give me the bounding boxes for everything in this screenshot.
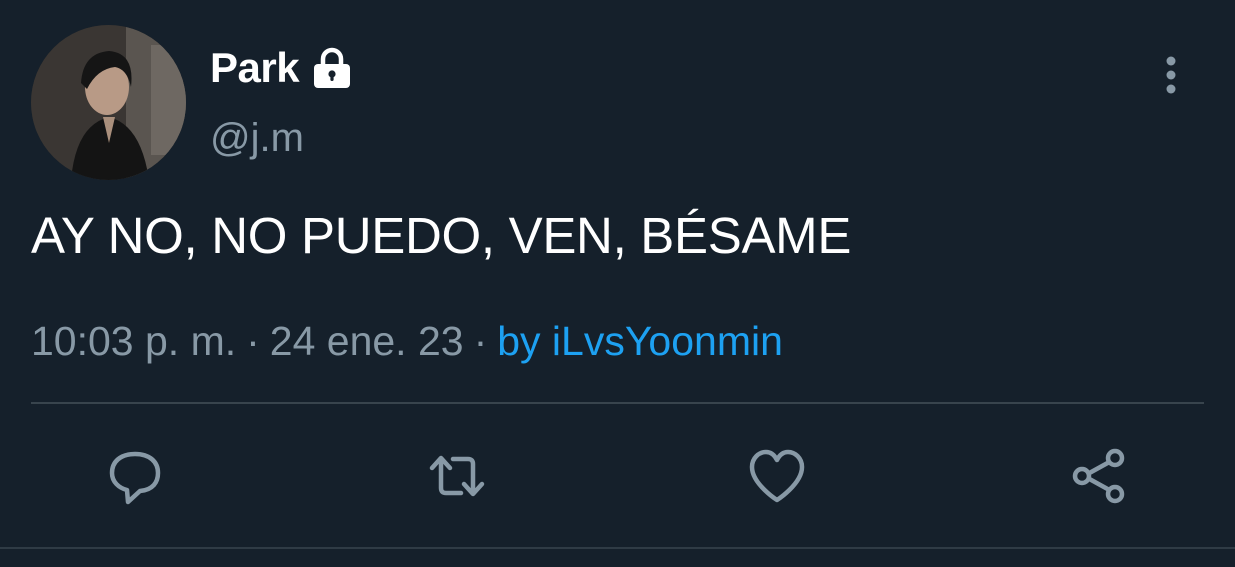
share-icon <box>1072 448 1125 504</box>
meta-separator: · <box>246 318 260 364</box>
heart-icon <box>749 449 805 503</box>
action-bar <box>0 440 1235 512</box>
tweet-date[interactable]: 24 ene. 23 <box>270 318 464 364</box>
tweet-meta: 10:03 p. m. · 24 ene. 23 · by iLvsYoonmin <box>31 318 783 365</box>
retweet-button[interactable] <box>421 440 493 512</box>
tweet-text: AY NO, NO PUEDO, VEN, BÉSAME <box>31 207 852 264</box>
like-button[interactable] <box>741 440 813 512</box>
lock-icon <box>314 47 351 88</box>
share-button[interactable] <box>1063 440 1135 512</box>
tweet-source-link[interactable]: by iLvsYoonmin <box>497 318 783 364</box>
meta-separator: · <box>473 318 488 364</box>
tweet-time[interactable]: 10:03 p. m. <box>31 318 236 364</box>
reply-icon <box>109 451 161 505</box>
more-options-button[interactable] <box>1150 52 1192 98</box>
avatar[interactable] <box>31 25 186 180</box>
display-name[interactable]: Park <box>210 44 300 92</box>
display-name-row: Park <box>210 40 355 96</box>
avatar-photo <box>31 25 186 180</box>
retweet-icon <box>429 455 485 497</box>
tweet-card: Park @j.m AY NO, NO PUEDO, VEN, BÉSAME 1… <box>0 0 1235 567</box>
user-handle[interactable]: @j.m <box>210 116 304 161</box>
more-vertical-icon <box>1166 56 1176 94</box>
bottom-border <box>0 547 1235 549</box>
reply-button[interactable] <box>99 440 171 512</box>
divider <box>31 402 1204 404</box>
